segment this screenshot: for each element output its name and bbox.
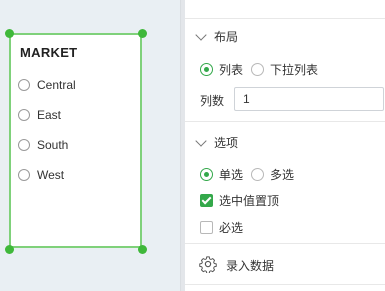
required-label: 必选 [219, 221, 244, 235]
resize-handle-bottom-left[interactable] [5, 245, 14, 254]
section-layout-header[interactable]: 布局 [195, 28, 239, 45]
section-divider [185, 18, 385, 19]
properties-panel: 布局 列表 下拉列表 列数 选项 单选 多选 选中值置顶 必选 录入数据 [185, 0, 385, 291]
section-divider [185, 121, 385, 122]
selection-mode-single[interactable]: 单选 [219, 166, 243, 183]
chevron-down-icon [195, 134, 207, 147]
radio-icon[interactable] [251, 63, 265, 76]
section-divider [185, 284, 385, 285]
gear-icon[interactable] [199, 255, 217, 273]
radio-icon[interactable] [251, 168, 265, 181]
radio-icon[interactable] [18, 79, 30, 91]
columns-label: 列数 [200, 94, 225, 108]
option-label: West [37, 168, 65, 182]
required-option[interactable]: 必选 [200, 219, 243, 236]
pin-selected-label: 选中值置顶 [219, 194, 280, 208]
resize-handle-bottom-right[interactable] [138, 245, 147, 254]
layout-mode-list[interactable]: 列表 [219, 61, 243, 78]
design-canvas: MARKET Central East South West [0, 0, 180, 291]
checkbox-checked-icon[interactable] [200, 194, 213, 207]
option-label: Central [37, 78, 76, 92]
option-label: South [37, 138, 69, 152]
list-filter-widget[interactable]: MARKET Central East South West [9, 33, 142, 248]
radio-icon[interactable] [18, 139, 30, 151]
layout-mode-group: 列表 下拉列表 [200, 61, 318, 78]
selection-mode-group: 单选 多选 [200, 166, 294, 183]
checkbox-icon[interactable] [200, 221, 213, 234]
option-label: East [37, 108, 62, 122]
resize-handle-top-right[interactable] [138, 29, 147, 38]
enter-data-link[interactable]: 录入数据 [226, 257, 274, 274]
pin-selected-option[interactable]: 选中值置顶 [200, 192, 279, 209]
columns-input[interactable] [234, 87, 384, 111]
option-west[interactable]: West [18, 167, 64, 183]
radio-icon[interactable] [18, 109, 30, 121]
section-options-title: 选项 [214, 136, 239, 150]
widget-title: MARKET [20, 45, 78, 60]
layout-mode-dropdown[interactable]: 下拉列表 [270, 61, 318, 78]
radio-selected-icon[interactable] [200, 168, 213, 181]
section-layout-title: 布局 [214, 30, 239, 44]
resize-handle-top-left[interactable] [5, 29, 14, 38]
chevron-down-icon [195, 28, 207, 41]
radio-icon[interactable] [18, 169, 30, 181]
radio-selected-icon[interactable] [200, 63, 213, 76]
section-options-header[interactable]: 选项 [195, 134, 239, 151]
option-south[interactable]: South [18, 137, 68, 153]
section-divider [185, 243, 385, 244]
option-east[interactable]: East [18, 107, 61, 123]
selection-mode-multi[interactable]: 多选 [270, 166, 294, 183]
option-central[interactable]: Central [18, 77, 76, 93]
